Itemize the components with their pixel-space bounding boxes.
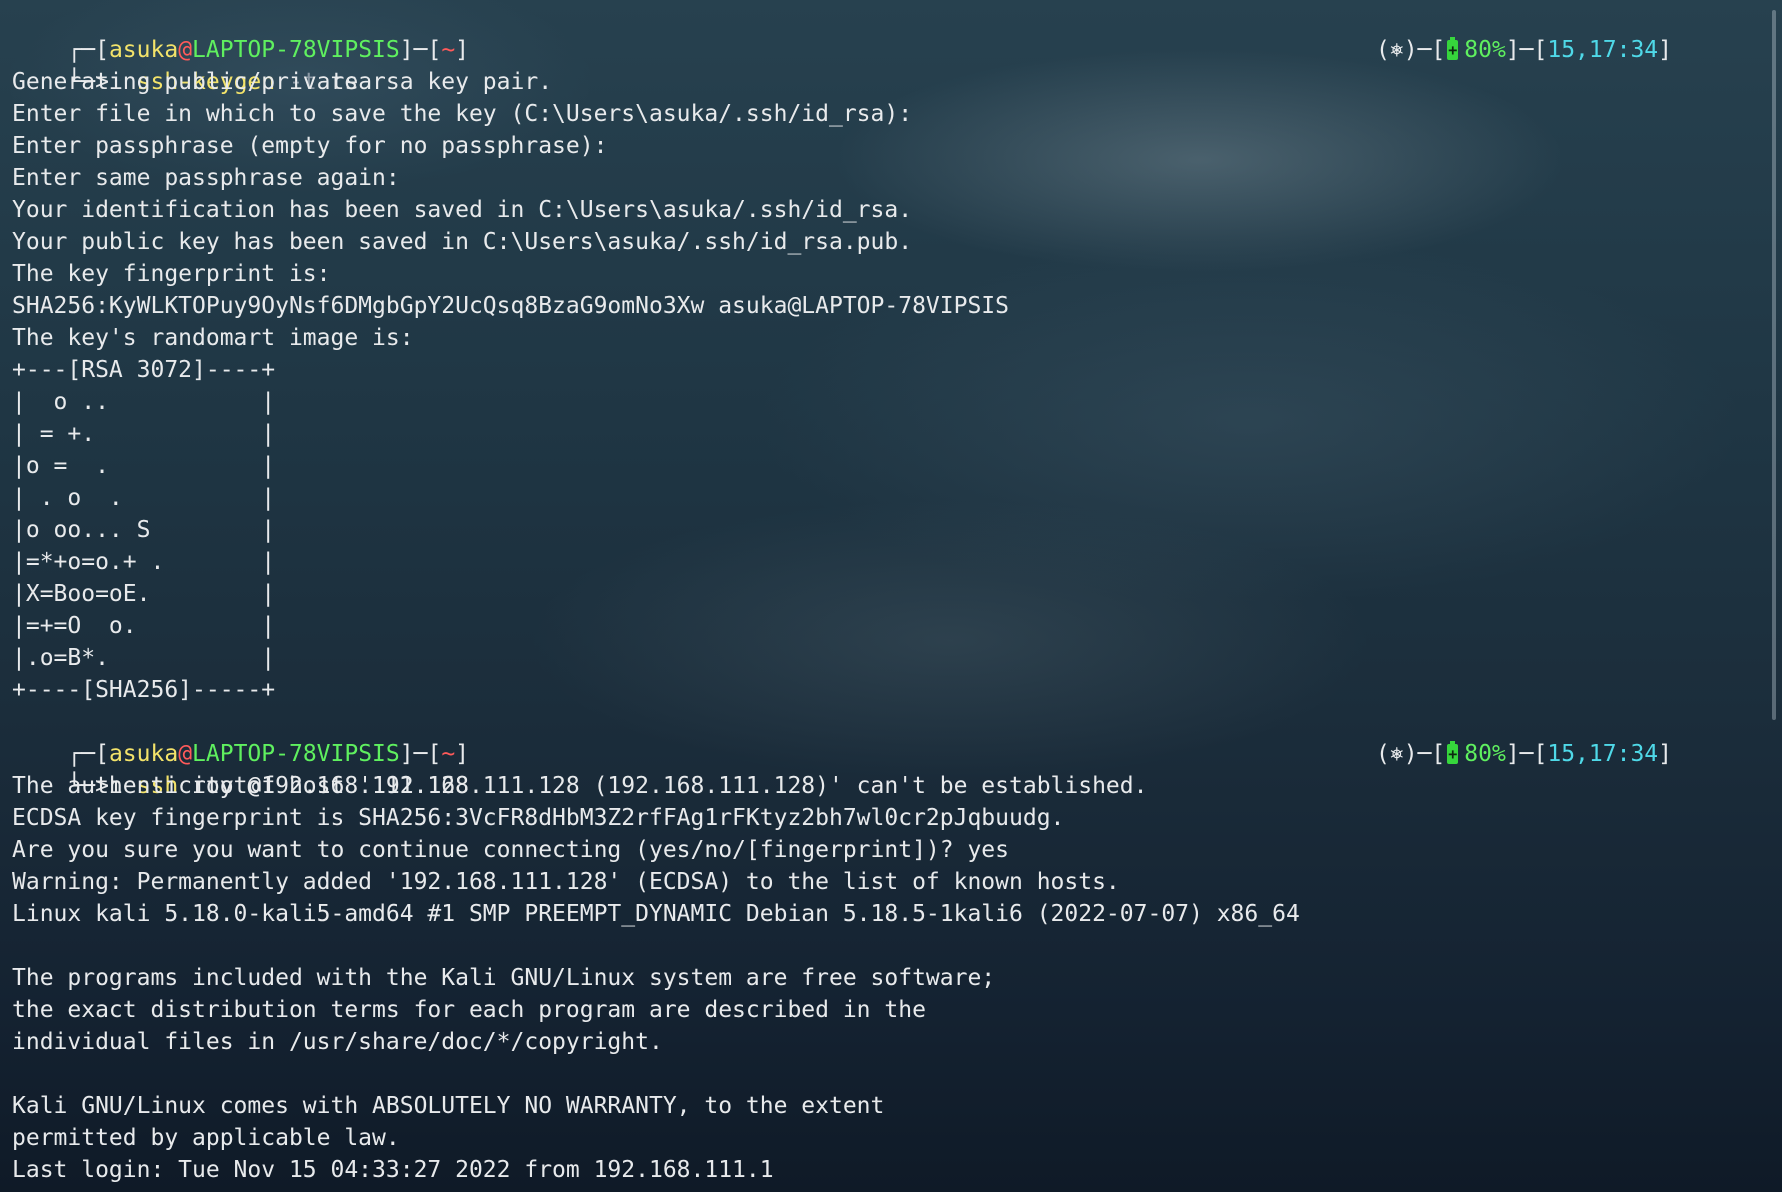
output-line: Warning: Permanently added '192.168.111.… bbox=[12, 869, 1120, 895]
output-line: Generating public/private rsa key pair. bbox=[12, 69, 553, 95]
output-line: Enter file in which to save the key (C:\… bbox=[12, 101, 913, 127]
battery-icon bbox=[1447, 34, 1459, 66]
clock-time: 15,17:34 bbox=[1547, 37, 1659, 63]
randomart-line: +---[RSA 3072]----+ bbox=[12, 357, 276, 383]
randomart-line: |=+=O o. | bbox=[12, 613, 276, 639]
output-line: The programs included with the Kali GNU/… bbox=[12, 965, 996, 991]
randomart-line: |o oo... S | bbox=[12, 517, 276, 543]
randomart-line: |=*+o=o.+ . | bbox=[12, 549, 276, 575]
output-line: Your public key has been saved in C:\Use… bbox=[12, 229, 913, 255]
kube-icon: ⎈ bbox=[1389, 37, 1404, 63]
output-line: The key's randomart image is: bbox=[12, 325, 414, 351]
last-login-line: Last login: Tue Nov 15 04:33:27 2022 fro… bbox=[12, 1157, 774, 1183]
output-line: The key fingerprint is: bbox=[12, 261, 331, 287]
randomart-line: | . o . | bbox=[12, 485, 276, 511]
battery-percent: 80% bbox=[1464, 37, 1506, 63]
output-line: Linux kali 5.18.0-kali5-amd64 #1 SMP PRE… bbox=[12, 901, 1300, 927]
prompt-line-2: ┌─[asuka@LAPTOP-78VIPSIS]─[~] bbox=[12, 706, 469, 767]
command-line-2: └─>ı ssh root@192.168.111.128 bbox=[12, 738, 469, 799]
output-line: The authenticity of host '192.168.111.12… bbox=[12, 773, 1148, 799]
battery-percent: 80% bbox=[1464, 741, 1506, 767]
output-line: Enter passphrase (empty for no passphras… bbox=[12, 133, 608, 159]
prompt-status-2: (⎈)─[80%]─[15,17:34] bbox=[1321, 706, 1672, 770]
kube-icon: ⎈ bbox=[1389, 741, 1404, 767]
randomart-line: | o .. | bbox=[12, 389, 276, 415]
randomart-line: | = +. | bbox=[12, 421, 276, 447]
prompt-status-1: (⎈)─[80%]─[15,17:34] bbox=[1321, 2, 1672, 66]
output-line: Enter same passphrase again: bbox=[12, 165, 400, 191]
randomart-line: |X=Boo=oE. | bbox=[12, 581, 276, 607]
prompt-frame-end: ] bbox=[455, 37, 470, 63]
scrollbar[interactable] bbox=[1772, 10, 1776, 720]
prompt-frame-mid: ]─[ bbox=[399, 37, 442, 63]
output-line: individual files in /usr/share/doc/*/cop… bbox=[12, 1029, 663, 1055]
randomart-line: |.o=B*. | bbox=[12, 645, 276, 671]
terminal-window[interactable]: ┌─[asuka@LAPTOP-78VIPSIS]─[~] (⎈)─[80%]─… bbox=[12, 2, 1772, 1192]
output-line: Kali GNU/Linux comes with ABSOLUTELY NO … bbox=[12, 1093, 885, 1119]
command-line-1: └─>ı ssh-keygen -t rsa bbox=[12, 34, 372, 95]
clock-time: 15,17:34 bbox=[1547, 741, 1659, 767]
randomart-line: |o = . | bbox=[12, 453, 276, 479]
prompt-line-1: ┌─[asuka@LAPTOP-78VIPSIS]─[~] bbox=[12, 2, 469, 63]
output-line: Are you sure you want to continue connec… bbox=[12, 837, 1009, 863]
output-line: ECDSA key fingerprint is SHA256:3VcFR8dH… bbox=[12, 805, 1065, 831]
prompt-dir: ~ bbox=[441, 37, 456, 63]
battery-icon bbox=[1447, 738, 1459, 770]
key-fingerprint-line: SHA256:KyWLKTOPuy9OyNsf6DMgbGpY2UcQsq8Bz… bbox=[12, 293, 1009, 319]
randomart-line: +----[SHA256]-----+ bbox=[12, 677, 276, 703]
output-line: permitted by applicable law. bbox=[12, 1125, 400, 1151]
output-line: Your identification has been saved in C:… bbox=[12, 197, 913, 223]
output-line: the exact distribution terms for each pr… bbox=[12, 997, 926, 1023]
